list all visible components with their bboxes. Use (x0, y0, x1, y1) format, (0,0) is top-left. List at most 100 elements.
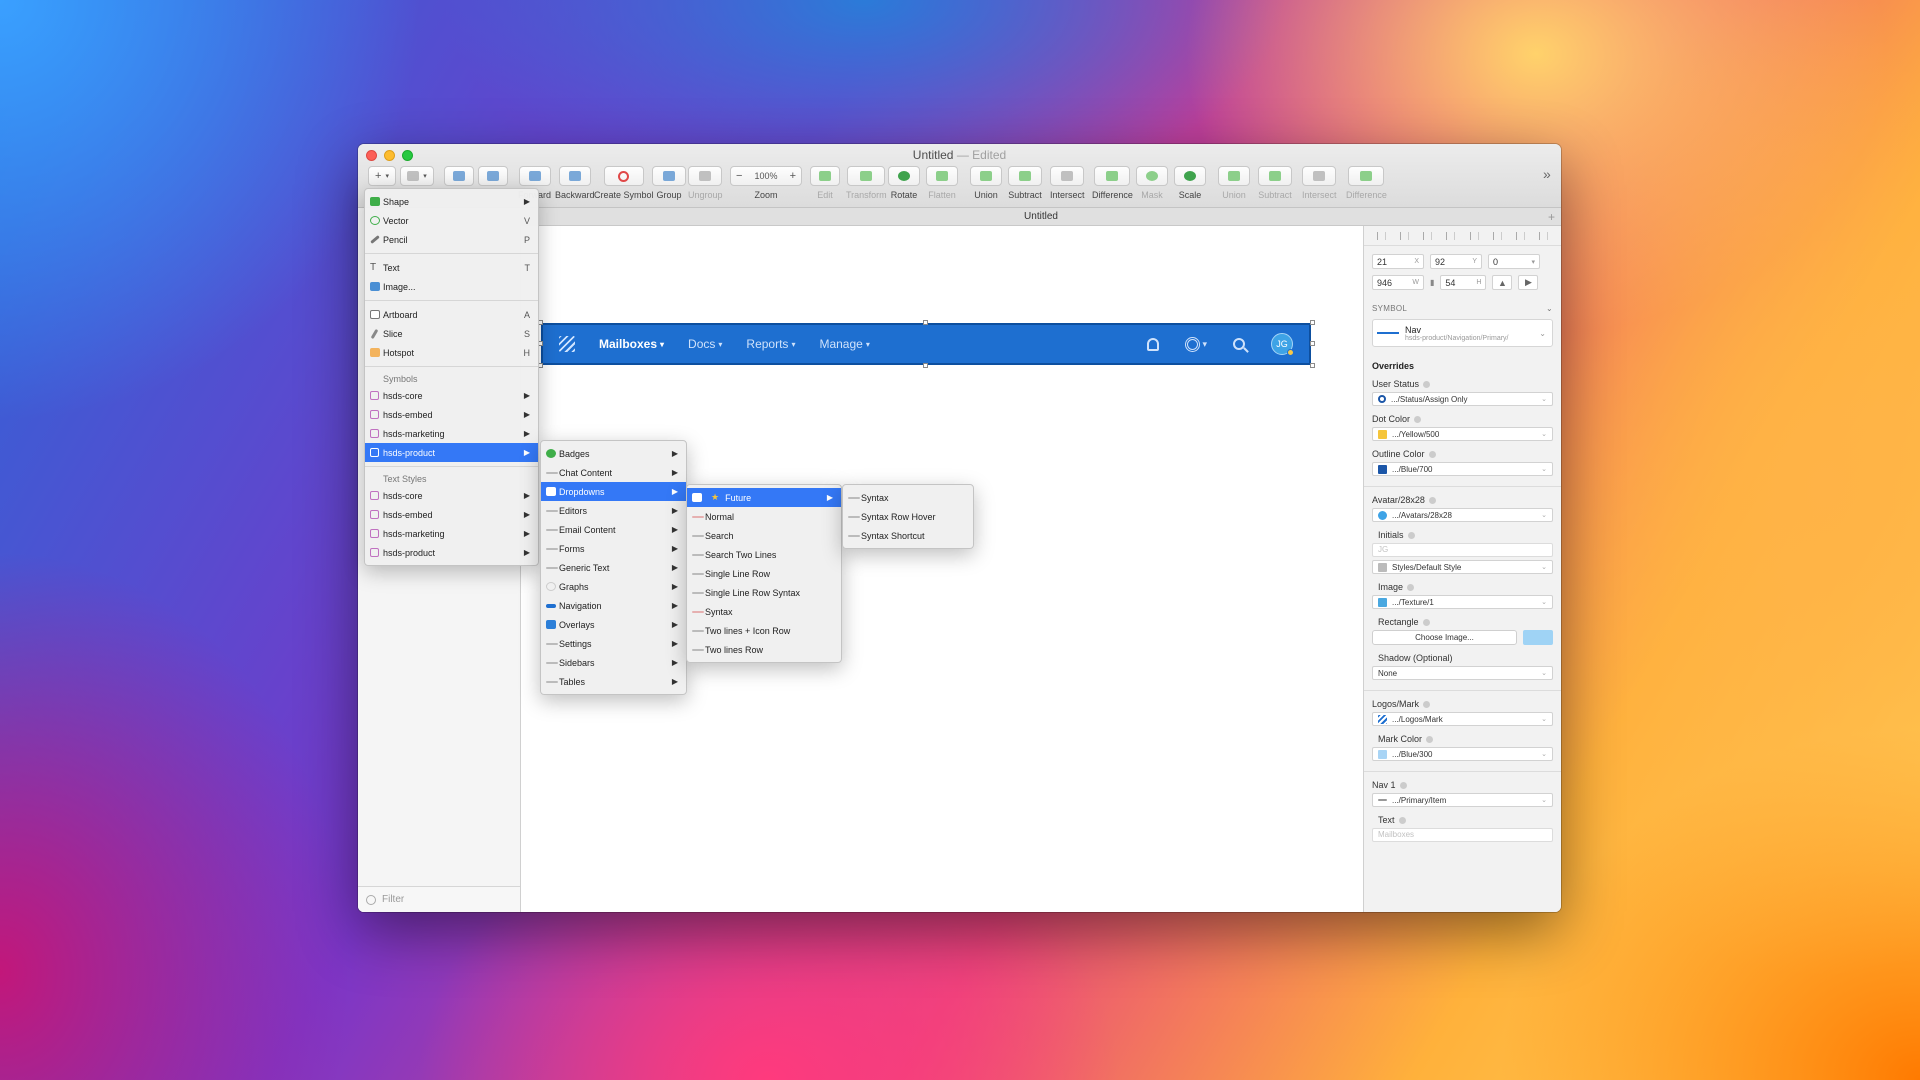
toolbar-overflow-button[interactable]: » (1543, 166, 1551, 182)
group-button[interactable]: Group (652, 166, 686, 200)
nav-symbol-instance[interactable]: Mailboxes ▾ Docs ▾ Reports ▾ Manage ▾ ▾ JG (541, 323, 1311, 365)
width-field[interactable]: 946 W (1372, 275, 1424, 290)
menu-item-shape[interactable]: Shape ▶ (365, 192, 538, 211)
difference-button-2[interactable]: Difference (1346, 166, 1387, 200)
flip-horizontal-button[interactable]: ▶ (1518, 275, 1539, 290)
chevron-down-icon[interactable]: ⌄ (1546, 304, 1553, 313)
menu-item-category[interactable]: Generic Text ▶ (541, 558, 686, 577)
user-status-select[interactable]: .../Status/Assign Only ⌄ (1372, 392, 1553, 406)
union-button-2[interactable]: Union (1218, 166, 1250, 200)
resize-handle[interactable] (1310, 363, 1315, 368)
zoom-in-button[interactable]: + (790, 170, 796, 182)
resize-handle[interactable] (923, 363, 928, 368)
menu-item-text-style-library[interactable]: hsds-embed ▶ (365, 505, 538, 524)
align-right-icon[interactable] (1423, 231, 1433, 240)
document-tab[interactable]: Untitled (1024, 211, 1058, 222)
subtract-button-2[interactable]: Subtract (1258, 166, 1292, 200)
y-field[interactable]: 92 Y (1430, 254, 1482, 269)
resize-handle[interactable] (923, 320, 928, 325)
menu-item-symbol[interactable]: Two lines + Icon Row (687, 621, 841, 640)
menu-item-symbol[interactable]: Single Line Row (687, 564, 841, 583)
menu-item-category[interactable]: Graphs ▶ (541, 577, 686, 596)
shadow-select[interactable]: None ⌄ (1372, 666, 1553, 680)
outline-color-select[interactable]: .../Blue/700 ⌄ (1372, 462, 1553, 476)
menu-item-category[interactable]: Overlays ▶ (541, 615, 686, 634)
symbol-picker[interactable]: Nav hsds-product/Navigation/Primary/ ⌄ (1372, 319, 1553, 347)
menu-item-artboard[interactable]: Artboard A (365, 305, 538, 324)
difference-button[interactable]: Difference (1092, 166, 1133, 200)
image-select[interactable]: .../Texture/1 ⌄ (1372, 595, 1553, 609)
align-left-icon[interactable] (1377, 231, 1387, 240)
backward-button[interactable]: Backward (555, 166, 595, 200)
menu-item-symbol[interactable]: Normal (687, 507, 841, 526)
align-center-icon[interactable] (1400, 231, 1410, 240)
mark-color-select[interactable]: .../Blue/300 ⌄ (1372, 747, 1553, 761)
menu-item-symbol[interactable]: Syntax Shortcut (843, 526, 973, 545)
subtract-button[interactable]: Subtract (1008, 166, 1042, 200)
menu-item-text-style-library[interactable]: hsds-core ▶ (365, 486, 538, 505)
edit-button[interactable]: Edit (810, 166, 840, 200)
intersect-button-2[interactable]: Intersect (1302, 166, 1337, 200)
layer-filter[interactable]: Filter (358, 886, 520, 912)
rotate-button[interactable]: Rotate (888, 166, 920, 200)
menu-item-symbol-library[interactable]: hsds-embed ▶ (365, 405, 538, 424)
menu-item-symbol[interactable]: Search (687, 526, 841, 545)
insert-button[interactable]: + ▾ (368, 166, 396, 186)
lock-icon[interactable]: ▮ (1430, 278, 1434, 287)
menu-item-category-dropdowns[interactable]: Dropdowns ▶ (541, 482, 686, 501)
nav1-select[interactable]: .../Primary/Item ⌄ (1372, 793, 1553, 807)
avatar-select[interactable]: .../Avatars/28x28 ⌄ (1372, 508, 1553, 522)
toolbar-tool-b[interactable] (478, 166, 508, 186)
menu-item-hotspot[interactable]: Hotspot H (365, 343, 538, 362)
align-bottom-icon[interactable] (1515, 231, 1525, 240)
intersect-button[interactable]: Intersect (1050, 166, 1085, 200)
initials-input[interactable]: JG (1372, 543, 1553, 557)
zoom-out-button[interactable]: − (736, 170, 742, 182)
menu-item-category[interactable]: Editors ▶ (541, 501, 686, 520)
align-middle-icon[interactable] (1492, 231, 1502, 240)
menu-item-symbol[interactable]: Syntax (843, 488, 973, 507)
distribute-vertical-icon[interactable] (1538, 231, 1548, 240)
menu-item-symbol[interactable]: Single Line Row Syntax (687, 583, 841, 602)
menu-item-symbol-library[interactable]: hsds-core ▶ (365, 386, 538, 405)
distribute-horizontal-icon[interactable] (1446, 231, 1456, 240)
menu-item-pencil[interactable]: Pencil P (365, 230, 538, 249)
menu-item-symbol[interactable]: Search Two Lines (687, 545, 841, 564)
mask-button[interactable]: Mask (1136, 166, 1168, 200)
union-button[interactable]: Union (970, 166, 1002, 200)
height-field[interactable]: 54 H (1440, 275, 1487, 290)
menu-item-text[interactable]: T Text T (365, 258, 538, 277)
scale-button[interactable]: Scale (1174, 166, 1206, 200)
rotation-field[interactable]: 0 ▾ (1488, 254, 1540, 269)
menu-item-category[interactable]: Email Content ▶ (541, 520, 686, 539)
menu-item-symbol[interactable]: Two lines Row (687, 640, 841, 659)
menu-item-image[interactable]: Image... (365, 277, 538, 296)
menu-item-future[interactable]: ★ Future ▶ (687, 488, 841, 507)
menu-item-category[interactable]: Badges ▶ (541, 444, 686, 463)
menu-item-symbol-library-hsds-product[interactable]: hsds-product ▶ (365, 443, 538, 462)
resize-handle[interactable] (1310, 341, 1315, 346)
menu-item-text-style-library[interactable]: hsds-marketing ▶ (365, 524, 538, 543)
menu-item-category[interactable]: Chat Content ▶ (541, 463, 686, 482)
text-override-input[interactable]: Mailboxes (1372, 828, 1553, 842)
create-symbol-button[interactable]: Create Symbol (594, 166, 654, 200)
logos-mark-select[interactable]: .../Logos/Mark ⌄ (1372, 712, 1553, 726)
menu-item-category[interactable]: Navigation ▶ (541, 596, 686, 615)
choose-image-button[interactable]: Choose Image... (1372, 630, 1517, 645)
menu-item-category[interactable]: Sidebars ▶ (541, 653, 686, 672)
menu-item-slice[interactable]: Slice S (365, 324, 538, 343)
new-tab-button[interactable]: + (1548, 208, 1555, 226)
dot-color-select[interactable]: .../Yellow/500 ⌄ (1372, 427, 1553, 441)
toolbar-tool-a[interactable] (444, 166, 474, 186)
menu-item-vector[interactable]: Vector V (365, 211, 538, 230)
layer-style-button[interactable]: ▾ (400, 166, 434, 186)
menu-item-category[interactable]: Settings ▶ (541, 634, 686, 653)
menu-item-symbol[interactable]: Syntax Row Hover (843, 507, 973, 526)
menu-item-symbol[interactable]: Syntax (687, 602, 841, 621)
ungroup-button[interactable]: Ungroup (688, 166, 723, 200)
menu-item-category[interactable]: Tables ▶ (541, 672, 686, 691)
align-top-icon[interactable] (1469, 231, 1479, 240)
flatten-button[interactable]: Flatten (926, 166, 958, 200)
initials-style-select[interactable]: Styles/Default Style ⌄ (1372, 560, 1553, 574)
x-field[interactable]: 21 X (1372, 254, 1424, 269)
